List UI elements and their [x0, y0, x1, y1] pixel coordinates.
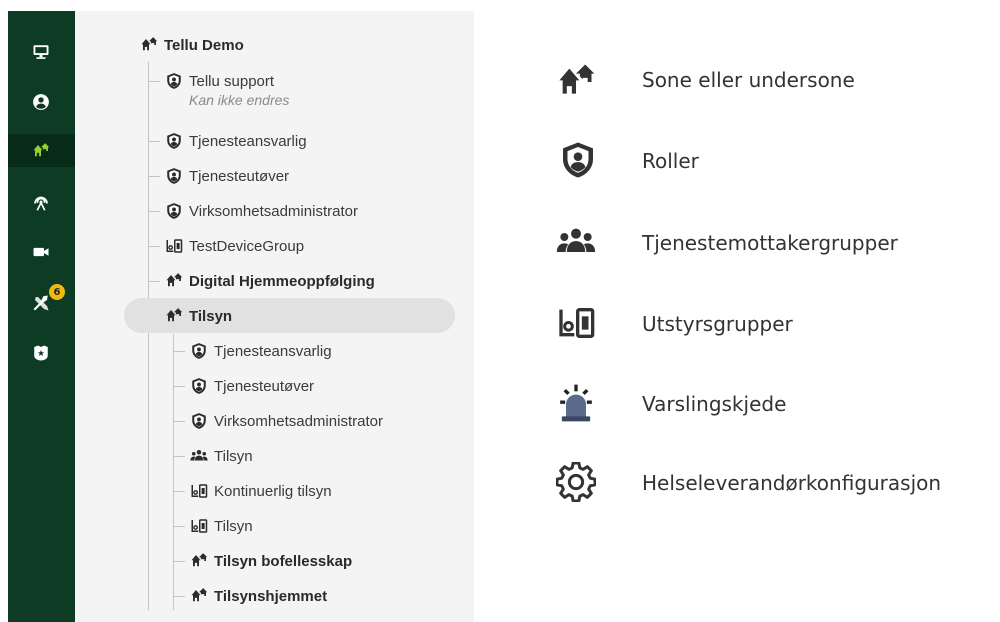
device-group-icon	[556, 303, 596, 343]
tree-item[interactable]: Tilsynshjemmet	[190, 587, 327, 605]
tree-item[interactable]: Tjenesteutøver	[165, 167, 289, 185]
legend-label: Helseleverandørkonfigurasjon	[642, 471, 942, 495]
tree-item[interactable]: Virksomhetsadministrator	[190, 412, 383, 430]
police-badge-icon	[34, 345, 48, 361]
tree-item[interactable]: Digital Hjemmeoppfølging	[165, 272, 375, 290]
tree-item[interactable]: Tilsyn bofellesskap	[190, 552, 352, 570]
legend-label: Sone eller undersone	[642, 68, 855, 92]
tree-item[interactable]: Tjenesteansvarlig	[190, 342, 332, 360]
recipient-group-icon	[190, 447, 208, 465]
role-icon	[165, 72, 183, 90]
zones-icon	[32, 142, 50, 160]
role-icon	[165, 202, 183, 220]
nav-video[interactable]	[8, 235, 75, 268]
role-icon	[190, 412, 208, 430]
recipient-group-icon	[556, 222, 596, 262]
tree-item-selected[interactable]: Tilsyn	[165, 307, 232, 325]
readonly-note: Kan ikke endres	[189, 92, 290, 108]
tree-item[interactable]: Tjenesteutøver	[190, 377, 314, 395]
role-icon	[165, 132, 183, 150]
zone-icon	[140, 36, 158, 54]
role-icon	[558, 140, 598, 180]
tree-item[interactable]: Kontinuerlig tilsyn	[190, 482, 332, 500]
nav-user[interactable]	[8, 85, 75, 118]
tree-item[interactable]: TestDeviceGroup	[165, 237, 304, 255]
device-group-icon	[190, 482, 208, 500]
tree-connector	[173, 334, 174, 610]
legend-label: Tjenestemottakergrupper	[642, 231, 898, 255]
tree-item[interactable]: Virksomhetsadministrator	[165, 202, 358, 220]
video-icon	[33, 247, 49, 257]
tree-item-tellu-support[interactable]: Tellu support Kan ikke endres	[165, 72, 289, 108]
role-icon	[165, 167, 183, 185]
tree-connector	[148, 62, 149, 610]
legend-label: Varslingskjede	[642, 392, 787, 416]
zone-icon	[556, 62, 596, 102]
tree-item[interactable]: Tjenesteansvarlig	[165, 132, 307, 150]
device-group-icon	[165, 237, 183, 255]
notification-badge: 6	[49, 284, 65, 300]
tree-item[interactable]: Tilsyn	[190, 517, 253, 535]
nav-sensors[interactable]	[8, 185, 75, 218]
monitor-icon	[33, 45, 49, 59]
device-group-icon	[190, 517, 208, 535]
tools-icon	[33, 295, 49, 311]
zone-icon	[190, 552, 208, 570]
side-navigation: 6	[8, 11, 75, 622]
gear-icon	[556, 462, 596, 502]
role-icon	[190, 342, 208, 360]
nav-police[interactable]	[8, 336, 75, 369]
nav-monitor[interactable]	[8, 35, 75, 68]
zone-icon	[190, 587, 208, 605]
tree-root[interactable]: Tellu Demo	[140, 36, 244, 54]
role-icon	[190, 377, 208, 395]
user-icon	[33, 94, 49, 110]
nav-zones[interactable]	[8, 134, 75, 167]
zone-icon	[165, 272, 183, 290]
zone-icon	[165, 307, 183, 325]
legend-label: Roller	[642, 149, 699, 173]
sensor-icon	[34, 196, 48, 211]
alarm-light-icon	[556, 383, 596, 423]
tree-item[interactable]: Tilsyn	[190, 447, 253, 465]
nav-tools[interactable]: 6	[8, 284, 75, 319]
legend-label: Utstyrsgrupper	[642, 312, 793, 336]
